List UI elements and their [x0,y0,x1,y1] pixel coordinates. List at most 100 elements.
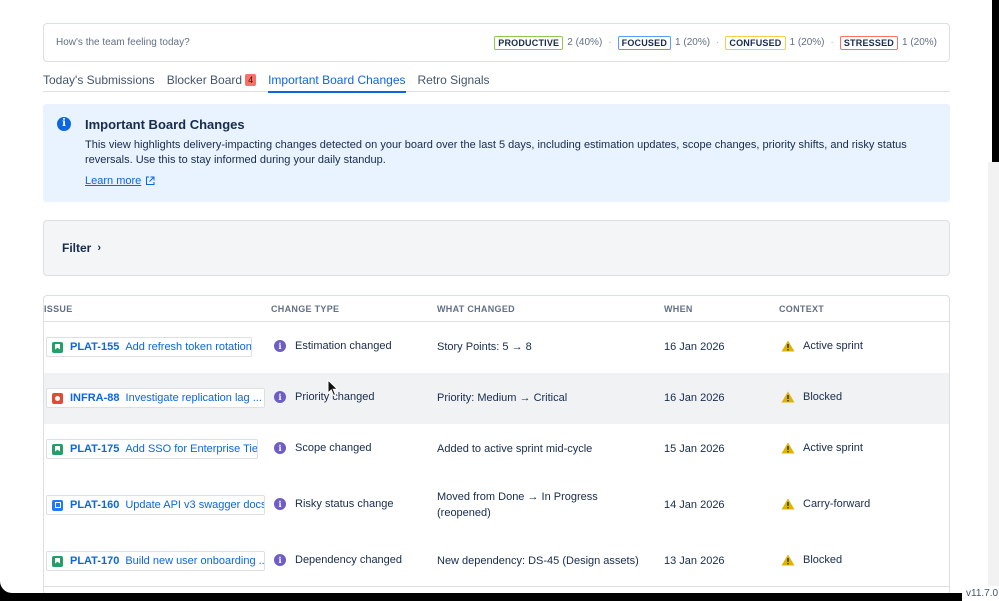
what-changed: Story Points: 5 → 8 [437,341,532,353]
issue-link[interactable]: PLAT-155 Add refresh token rotation [46,337,252,357]
issue-summary: Add SSO for Enterprise Tier [125,443,258,455]
info-icon: i [274,391,286,403]
task-icon [52,499,63,511]
mood-stat: 2 (40%) [567,37,603,48]
context: Blocked [781,554,842,566]
change-date: 13 Jan 2026 [664,555,725,567]
filter-toggle[interactable]: Filter › [43,220,950,276]
mood-stressed[interactable]: STRESSED 1 (20%) [839,35,937,50]
context: Carry-forward [781,498,870,510]
team-mood-bar: How's the team feeling today? PRODUCTIVE… [43,23,950,62]
info-panel: i Important Board Changes This view high… [43,104,950,202]
issue-summary: Build new user onboarding ... [125,555,265,567]
mood-lozenge: FOCUSED [617,35,672,50]
tab-important-board-changes[interactable]: Important Board Changes [268,71,406,93]
table-row[interactable]: PLAT-155 Add refresh token rotation i Es… [44,322,949,373]
change-date: 16 Jan 2026 [664,341,725,353]
issue-link[interactable]: PLAT-175 Add SSO for Enterprise Tier [46,439,258,459]
column-header-change-type[interactable]: CHANGE TYPE [271,304,339,314]
info-icon: i [274,442,286,454]
change-date: 15 Jan 2026 [664,443,725,455]
info-description: This view highlights delivery-impacting … [85,139,907,166]
table-header: ISSUE CHANGE TYPE WHAT CHANGED WHEN CONT… [44,296,949,322]
change-type-label: Risky status change [295,498,394,510]
story-icon [52,341,63,353]
learn-more-label: Learn more [85,175,142,187]
tab-label: Blocker Board [166,73,243,87]
tab-retro-signals[interactable]: Retro Signals [418,71,490,92]
tab-label: Retro Signals [417,73,490,87]
column-header-when[interactable]: WHEN [664,304,693,314]
issue-summary: Add refresh token rotation [125,341,252,353]
column-header-context[interactable]: CONTEXT [779,304,824,314]
table-row[interactable]: INFRA-88 Investigate replication lag ...… [44,373,949,424]
mood-stat: 1 (20%) [675,37,711,48]
warning-icon [781,391,795,403]
scrollbar[interactable] [988,162,999,600]
issue-key: PLAT-175 [70,443,120,455]
issue-key: PLAT-155 [70,341,120,353]
mood-stats: PRODUCTIVE 2 (40%) · FOCUSED 1 (20%) · C… [494,35,937,50]
context-label: Carry-forward [803,498,871,510]
issue-summary: Investigate replication lag ... [125,392,262,404]
mood-focused[interactable]: FOCUSED 1 (20%) [617,35,711,50]
mood-lozenge: PRODUCTIVE [494,35,564,50]
mood-separator: · [716,37,720,48]
what-changed: Priority: Medium → Critical [437,392,568,404]
info-icon: i [274,554,286,566]
change-type: i Dependency changed [274,554,402,566]
issue-key: PLAT-160 [70,499,120,511]
table-row[interactable]: PLAT-175 Add SSO for Enterprise Tier i S… [44,424,949,475]
what-changed: Moved from Done → In Progress [437,491,598,503]
change-type: i Estimation changed [274,340,392,352]
table-row[interactable]: PLAT-160 Update API v3 swagger docs i Ri… [44,475,949,536]
story-icon [52,443,63,455]
external-link-icon [146,176,155,185]
tab-blocker-board[interactable]: Blocker Board 4 [166,71,257,92]
tab-todays-submissions[interactable]: Today's Submissions [43,71,155,92]
change-type-label: Dependency changed [295,554,403,566]
table-row[interactable]: PLAT-170 Build new user onboarding ... i… [44,536,949,587]
learn-more-link[interactable]: Learn more [85,175,155,187]
mood-stat: 1 (20%) [901,37,937,48]
warning-icon [781,340,795,352]
mood-question: How's the team feeling today? [56,37,190,48]
context: Blocked [781,391,842,403]
mood-productive[interactable]: PRODUCTIVE 2 (40%) [494,35,603,50]
change-type-label: Scope changed [295,442,372,454]
context-label: Active sprint [803,442,863,454]
info-icon: i [274,498,286,510]
app-canvas: How's the team feeling today? PRODUCTIVE… [0,0,992,593]
issue-key: INFRA-88 [70,392,120,404]
info-icon: i [274,340,286,352]
column-header-issue[interactable]: ISSUE [44,304,73,314]
issue-link[interactable]: PLAT-170 Build new user onboarding ... [46,551,265,571]
change-type: i Risky status change [274,498,393,510]
context: Active sprint [781,340,863,352]
what-changed: New dependency: DS-45 (Design assets) [437,555,639,567]
what-changed: Added to active sprint mid-cycle [437,443,593,455]
change-date: 14 Jan 2026 [664,499,725,511]
mood-separator: · [830,37,834,48]
tab-label: Today's Submissions [43,73,155,87]
issue-link[interactable]: INFRA-88 Investigate replication lag ... [46,388,265,408]
column-header-what-changed[interactable]: WHAT CHANGED [437,304,515,314]
warning-icon [781,498,795,510]
version-label: v11.7.0 [962,586,999,601]
context: Active sprint [781,442,863,454]
tab-count-badge: 4 [245,74,257,86]
tab-label: Important Board Changes [268,73,406,87]
mood-confused[interactable]: CONFUSED 1 (20%) [725,35,825,50]
change-type-label: Estimation changed [295,340,392,352]
warning-icon [781,442,795,454]
change-type: i Scope changed [274,442,371,454]
issue-link[interactable]: PLAT-160 Update API v3 swagger docs [46,495,265,515]
mood-lozenge: STRESSED [839,35,898,50]
issue-key: PLAT-170 [70,555,120,567]
bug-icon [52,392,63,404]
filter-label: Filter [62,241,92,255]
mouse-cursor-icon [327,379,339,397]
mood-separator: · [608,37,612,48]
change-type: i Priority changed [274,391,375,403]
chevron-right-icon: › [97,242,102,254]
